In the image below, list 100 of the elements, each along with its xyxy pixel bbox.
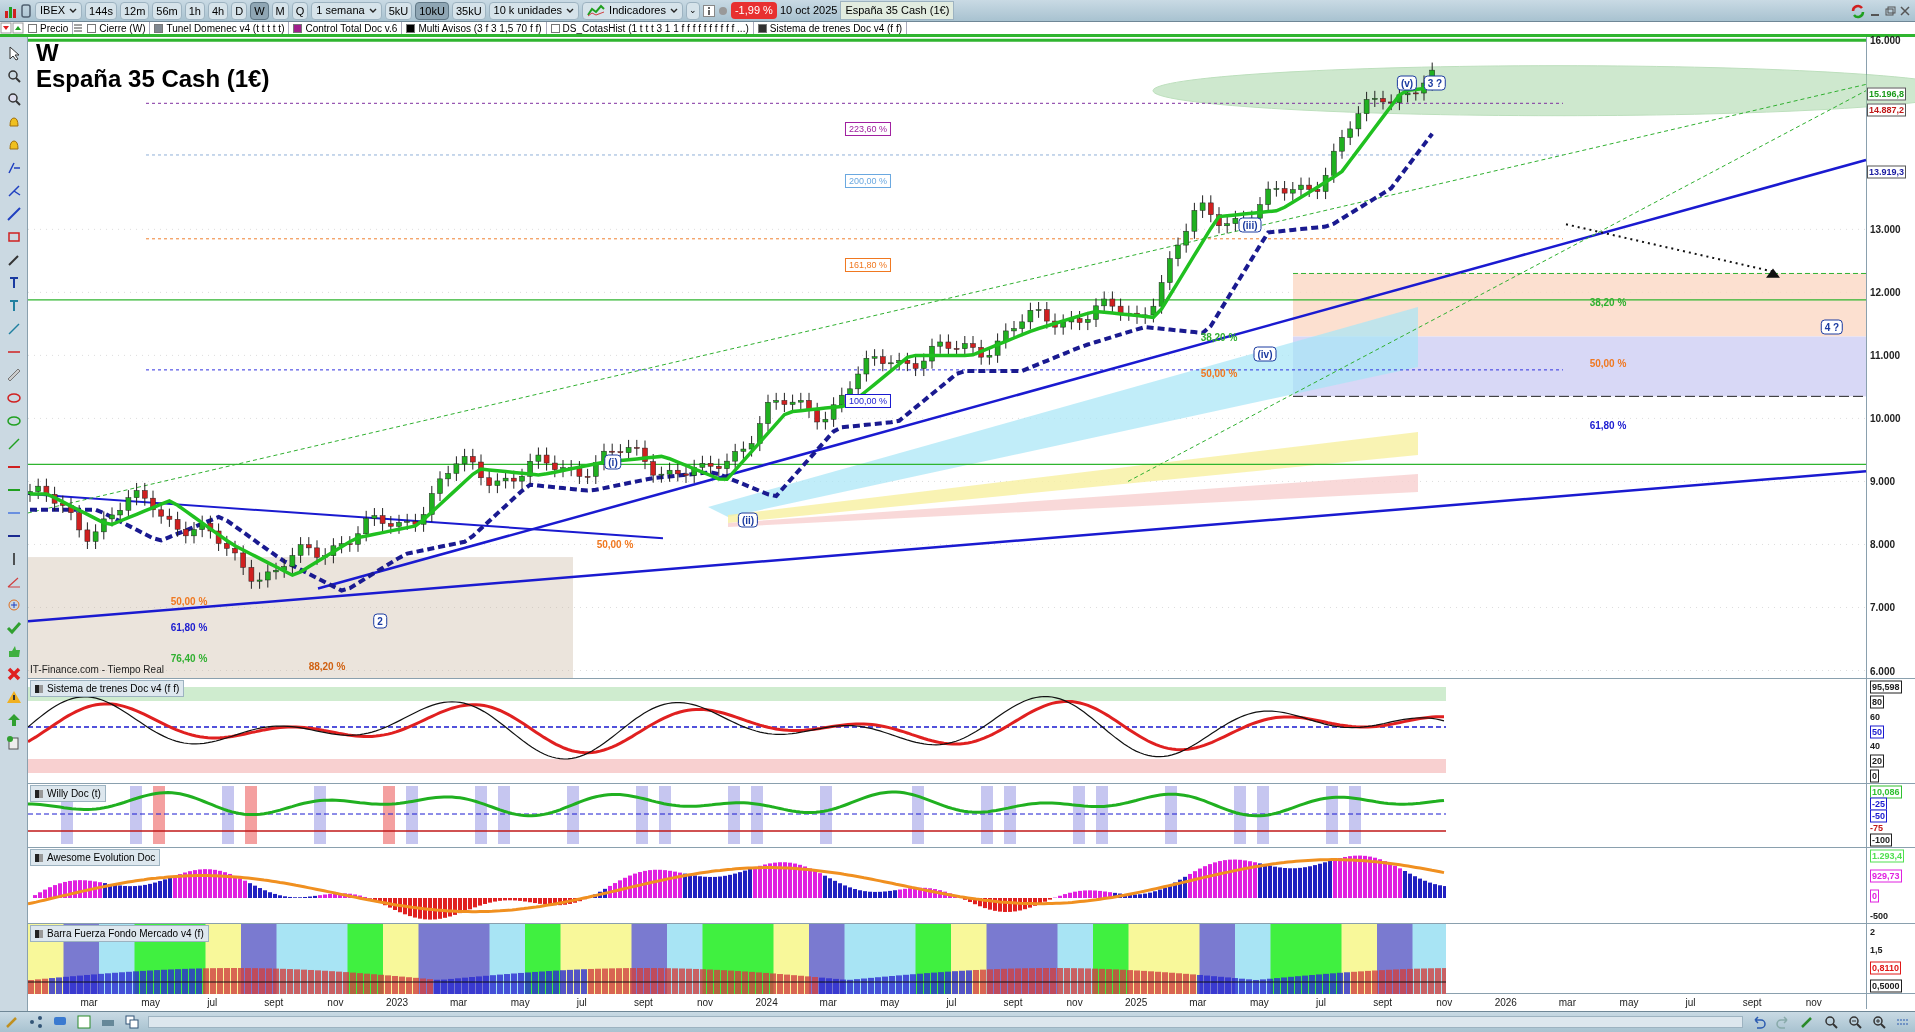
scrollbar[interactable] <box>148 1016 1743 1028</box>
axis-label: 2023 <box>385 996 409 1010</box>
axis-label: 1.293,4 <box>1870 849 1905 863</box>
interval-button[interactable]: 1h <box>184 1 205 20</box>
magnifier-icon[interactable] <box>5 91 22 107</box>
level-label: 61,80 % <box>170 621 208 633</box>
axis-label: nov <box>696 996 714 1010</box>
price-tag: 15.196,8 <box>1867 87 1907 101</box>
axis-label: sept <box>633 996 653 1010</box>
quote-date: 10 oct 2025 <box>779 3 838 19</box>
list-icon[interactable] <box>73 23 84 33</box>
indicators-button[interactable]: Indicadores <box>582 1 683 20</box>
level-label: 50,00 % <box>1200 367 1238 379</box>
axis-label: 6.000 <box>1870 664 1896 678</box>
fibonacci-label: 200,00 % <box>845 174 891 188</box>
info-icon[interactable] <box>702 4 715 17</box>
interval-button[interactable]: 5kU <box>384 1 413 20</box>
close-icon[interactable] <box>1899 4 1911 17</box>
interval-button[interactable]: 56m <box>152 1 182 20</box>
wave-label: (v) <box>1396 75 1418 91</box>
axis-label: 16.000 <box>1870 33 1901 48</box>
level-label: 50,00 % <box>1589 357 1627 369</box>
caret-icon <box>566 7 575 14</box>
zoom-out-icon[interactable] <box>1847 1014 1863 1030</box>
check-icon[interactable] <box>5 620 22 636</box>
wave-label: 4 ? <box>1820 319 1844 335</box>
wave-label: (iv) <box>1253 346 1277 362</box>
axis-label: nov <box>327 996 344 1010</box>
crosshair-icon[interactable] <box>5 597 22 613</box>
restore-icon[interactable] <box>1884 4 1896 17</box>
share-icon[interactable] <box>28 1014 44 1030</box>
level-label: 50,00 % <box>170 595 208 607</box>
dropdown[interactable]: 1 semana <box>311 1 382 20</box>
refresh-icon[interactable] <box>1850 2 1866 19</box>
panel-title: Awesome Evolution Doc <box>30 849 161 866</box>
indicator-tab[interactable]: Sistema de trenes Doc v4 (f f) <box>753 22 908 34</box>
indicator-tab[interactable]: Tunel Domenec v4 (t t t t t) <box>150 22 290 34</box>
x-icon[interactable] <box>5 666 22 682</box>
change-badge: -1,99 % <box>730 2 777 19</box>
axis-label: nov <box>1066 996 1083 1010</box>
zoom-fit-icon[interactable] <box>1823 1014 1839 1030</box>
axis-label: 50 <box>1870 725 1884 738</box>
interval-button[interactable]: 144s <box>85 1 117 20</box>
price-tag: 13.919,3 <box>1867 165 1907 179</box>
axis-label: 40 <box>1870 740 1880 752</box>
indicator-tab[interactable]: Cierre (W) <box>83 22 151 34</box>
axis-label: 2025 <box>1125 996 1148 1010</box>
axis-label: may <box>510 996 530 1010</box>
interval-button[interactable]: 35kU <box>451 1 486 20</box>
interval-button[interactable]: 4h <box>208 1 229 20</box>
interval-button[interactable]: W <box>250 1 269 20</box>
axis-label: 7.000 <box>1870 600 1896 615</box>
interval-button[interactable]: Q <box>291 1 309 20</box>
panel-title: Barra Fuerza Fondo Mercado v4 (f) <box>30 925 209 942</box>
indicator-tab[interactable]: Control Total Doc v.6 <box>289 22 403 34</box>
axis-label: 0 <box>1870 889 1879 903</box>
indicator-tab[interactable]: DS_CotasHist (1 t t t 3 1 1 f f f f f f f f f f ...) <box>546 22 754 34</box>
interval-button[interactable]: D <box>231 1 248 20</box>
axis-label: mar <box>819 996 837 1010</box>
axis-label: -500 <box>1870 910 1888 922</box>
dropdown[interactable]: IBEX <box>35 1 83 20</box>
menu-caret-button[interactable]: ⌄ <box>685 1 700 20</box>
axis-label: may <box>880 996 900 1010</box>
axis-label: sept <box>264 996 284 1010</box>
rectangle-icon[interactable] <box>5 229 22 245</box>
axis-label: 8.000 <box>1870 537 1896 552</box>
interval-button[interactable]: 12m <box>119 1 150 20</box>
magnifier-icon[interactable] <box>5 68 22 84</box>
indicator-tab[interactable]: Multi Avisos (3 f 3 1,5 70 f f) <box>402 22 547 34</box>
axis-label: 1,5 <box>1870 944 1883 956</box>
axis-label: 2026 <box>1494 996 1517 1010</box>
wave-label: (iii) <box>1238 217 1262 233</box>
axis-label: sept <box>1003 996 1023 1010</box>
warning-icon[interactable] <box>5 689 22 705</box>
ellipse-icon[interactable] <box>5 413 22 429</box>
axis-label: 80 <box>1870 695 1884 709</box>
ellipse-icon[interactable] <box>5 390 22 406</box>
wave-label: 3 ? <box>1423 75 1447 91</box>
axis-label: jul <box>207 996 218 1010</box>
interval-button[interactable]: 10kU <box>415 1 449 20</box>
wave-label: (i) <box>604 454 622 470</box>
zoom-in-icon[interactable] <box>1871 1014 1887 1030</box>
line-chart-icon <box>587 3 606 18</box>
axis-label: nov <box>1805 996 1822 1010</box>
interval-button[interactable]: M <box>271 1 289 20</box>
axis-label: mar <box>450 996 468 1010</box>
fibonacci-label: 100,00 % <box>845 394 891 408</box>
axis-label: 13.000 <box>1870 222 1901 237</box>
indicator-tab[interactable]: Precio <box>24 22 74 34</box>
level-label: 76,40 % <box>170 652 208 664</box>
axis-label: mar <box>80 996 98 1010</box>
caret-icon <box>368 7 377 14</box>
axis-label: mar <box>1558 996 1576 1010</box>
axis-label: 2024 <box>755 996 778 1010</box>
dropdown[interactable]: 10 k unidades <box>488 1 580 20</box>
fibonacci-label: 223,60 % <box>845 122 891 136</box>
level-label: 88,20 % <box>308 660 346 672</box>
windows-icon[interactable] <box>124 1014 140 1030</box>
axis-label: sept <box>1373 996 1393 1010</box>
undo-icon[interactable] <box>1751 1014 1767 1030</box>
